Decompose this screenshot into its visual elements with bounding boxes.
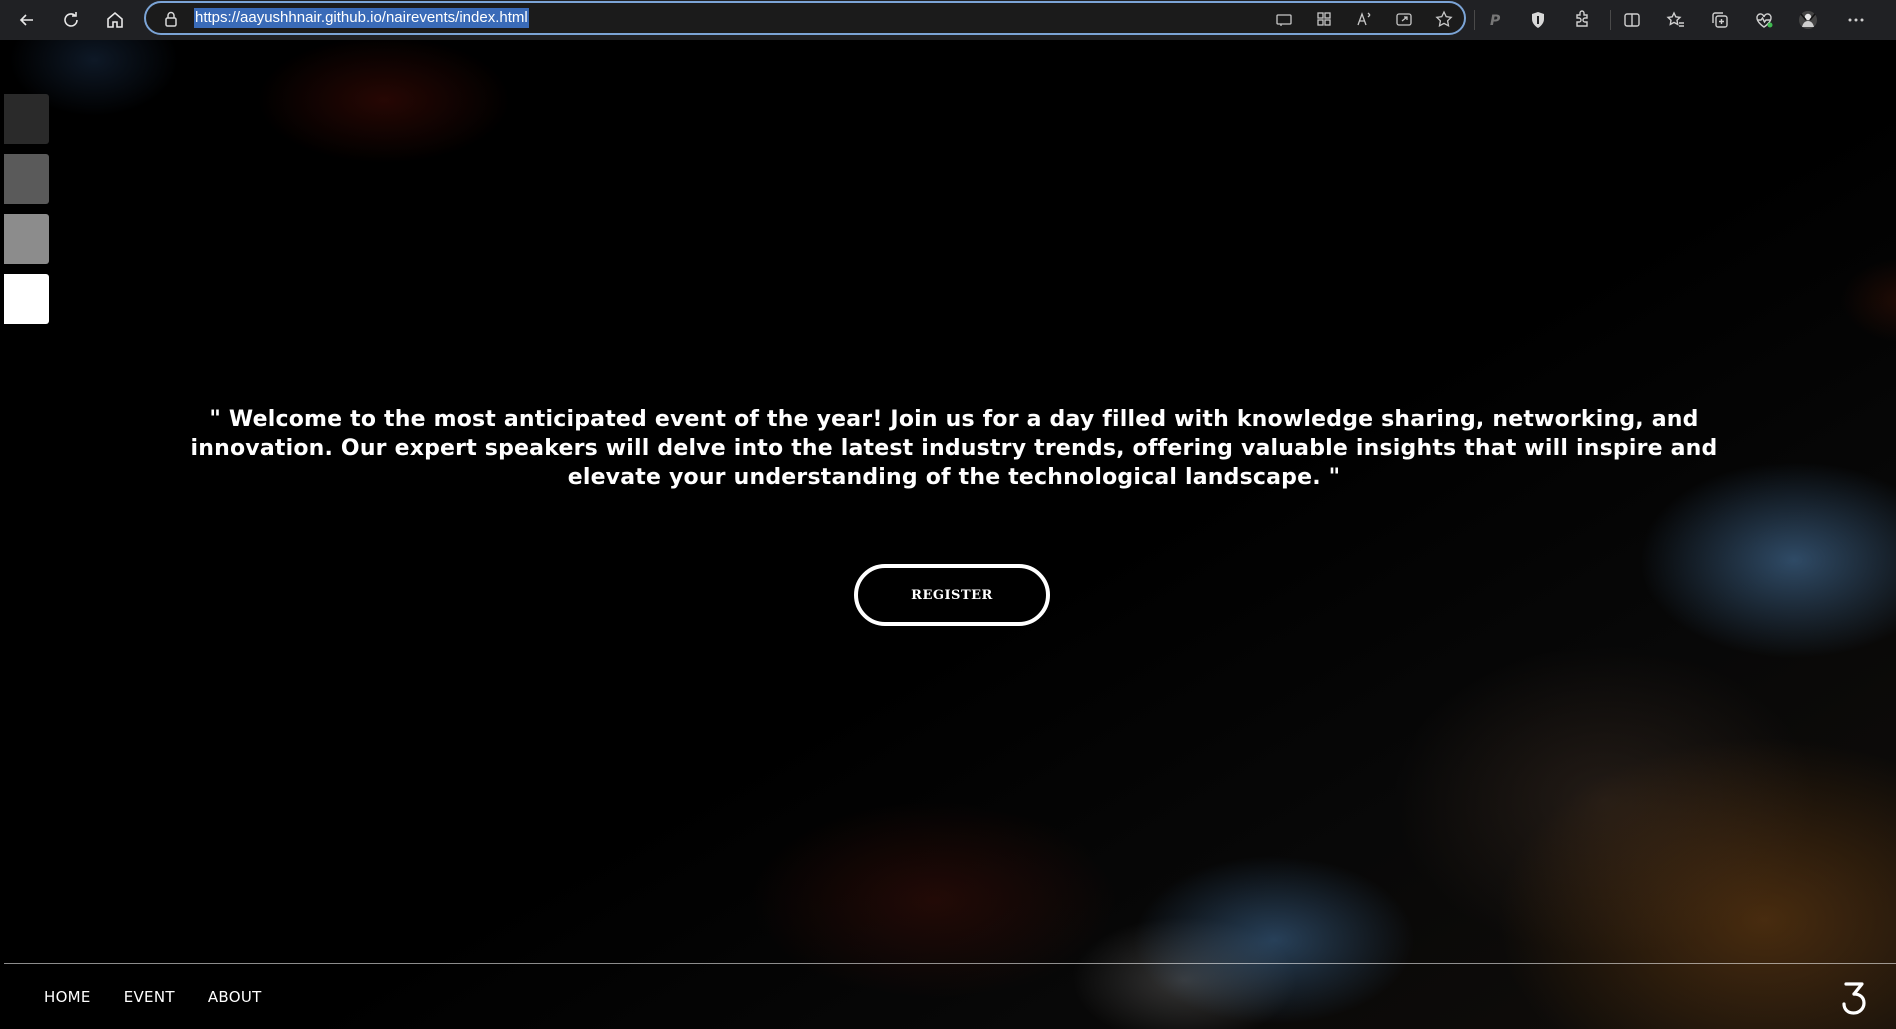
split-screen-icon[interactable] [1618,6,1646,34]
register-button[interactable]: REGISTER [854,564,1050,626]
brand-logo-icon[interactable] [1840,979,1870,1017]
toolbar-divider [1474,10,1475,30]
browser-toolbar: https://aayushhnair.github.io/nairevents… [0,0,1896,40]
color-swatch-light-gray[interactable] [4,214,49,264]
hero-welcome-text: " Welcome to the most anticipated event … [190,407,1718,490]
nav-about-link[interactable]: ABOUT [208,988,262,1006]
footer-divider [4,963,1896,964]
blurred-background-image [4,40,1896,1029]
address-bar[interactable]: https://aayushhnair.github.io/nairevents… [144,1,1466,35]
url-text[interactable]: https://aayushhnair.github.io/nairevents… [194,8,529,28]
app-available-icon[interactable] [1274,9,1294,29]
color-swatch-dark[interactable] [4,94,49,144]
nav-event-link[interactable]: EVENT [124,988,175,1006]
nav-home-link[interactable]: HOME [44,988,91,1006]
back-arrow-icon[interactable] [11,4,43,36]
shield-extension-icon[interactable] [1524,6,1552,34]
toolbar-divider [1610,10,1611,30]
collections-icon[interactable] [1706,6,1734,34]
favorites-icon[interactable] [1662,6,1690,34]
p-extension-icon[interactable]: P [1481,6,1509,34]
svg-text:P: P [1490,13,1501,29]
refresh-icon[interactable] [55,4,87,36]
page-viewport: " Welcome to the most anticipated event … [4,40,1896,1029]
footer-nav: HOME EVENT ABOUT [44,988,262,1006]
extensions-icon[interactable] [1568,6,1596,34]
profile-avatar-icon[interactable] [1794,6,1822,34]
lock-icon[interactable] [162,10,180,28]
read-aloud-icon[interactable] [1354,9,1374,29]
color-swatch-gray[interactable] [4,154,49,204]
home-icon[interactable] [99,4,131,36]
more-menu-icon[interactable] [1842,6,1870,34]
color-swatch-white[interactable] [4,274,49,324]
share-icon[interactable] [1394,9,1414,29]
grid-icon[interactable] [1314,9,1334,29]
favorite-star-icon[interactable] [1434,9,1454,29]
heartbeat-icon[interactable] [1750,6,1778,34]
